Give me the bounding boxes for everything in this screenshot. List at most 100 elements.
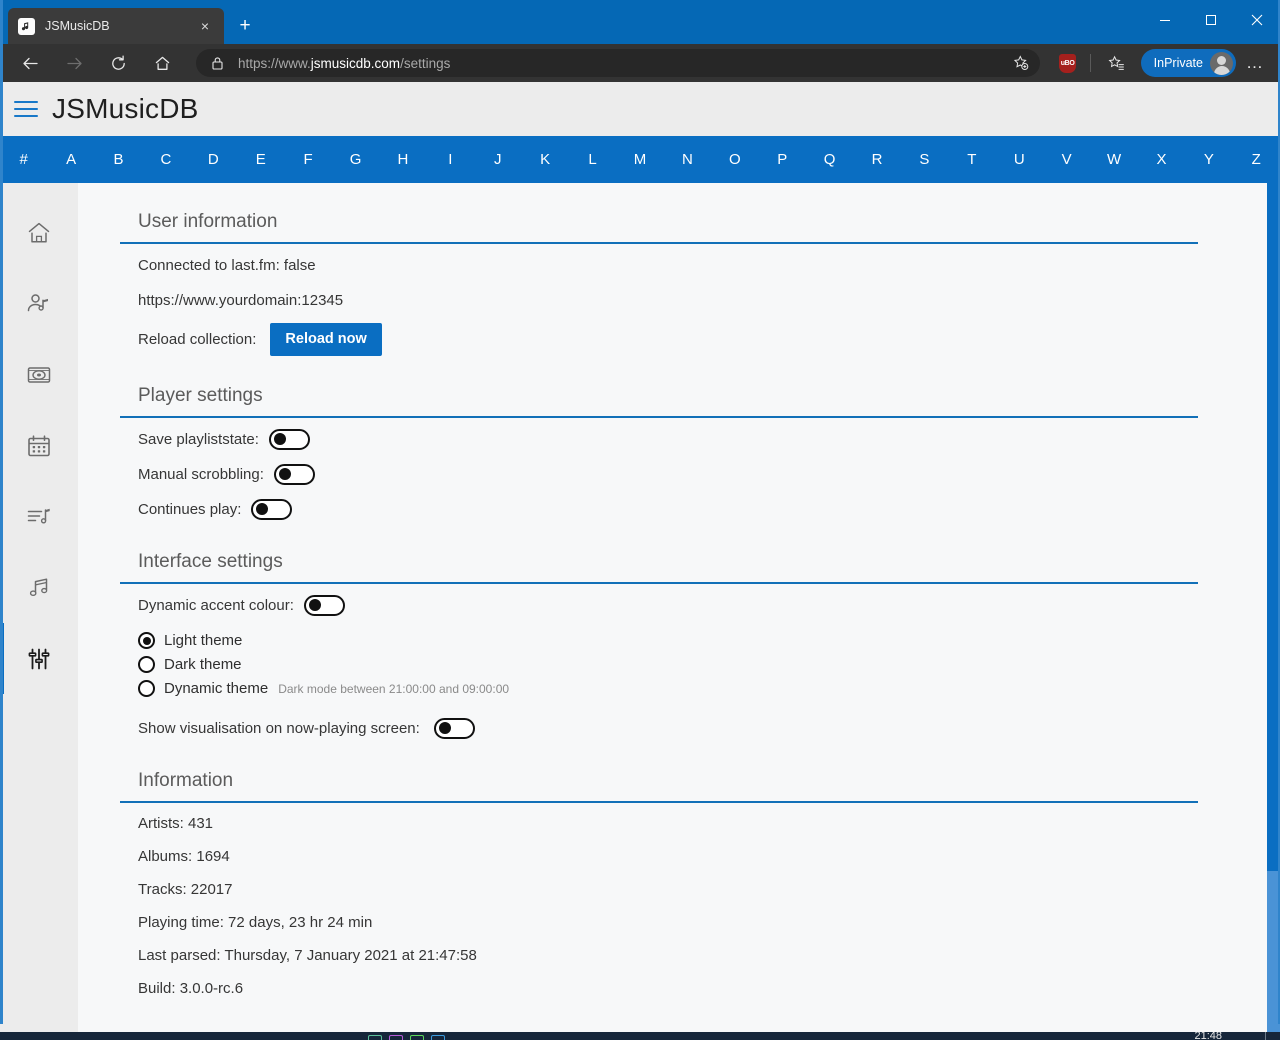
new-tab-button[interactable]: + (230, 10, 260, 40)
more-menu-icon[interactable]: … (1240, 48, 1270, 78)
playlist-icon (26, 504, 52, 530)
info-tracks: Tracks: 22017 (138, 880, 233, 898)
sidebar-item-settings[interactable] (0, 623, 78, 694)
alpha-item-e[interactable]: E (237, 152, 284, 167)
radio-dark-theme[interactable] (138, 656, 155, 673)
window-close-icon[interactable] (1234, 0, 1280, 40)
alpha-item-hash[interactable]: # (0, 152, 47, 167)
sidebar-item-albums[interactable] (0, 339, 78, 410)
alpha-item-t[interactable]: T (948, 152, 995, 167)
alpha-item-v[interactable]: V (1043, 152, 1090, 167)
alpha-item-g[interactable]: G (332, 152, 379, 167)
maximize-icon[interactable] (1188, 0, 1234, 40)
taskbar-app-3[interactable] (410, 1035, 424, 1040)
sidebar-item-playlists[interactable] (0, 481, 78, 552)
alpha-item-j[interactable]: J (474, 152, 521, 167)
tab-title: JSMusicDB (45, 19, 110, 33)
theme-option-dynamic[interactable]: Dynamic theme Dark mode between 21:00:00… (138, 677, 1198, 701)
toolbar-divider (1089, 54, 1091, 72)
home-icon (26, 220, 52, 246)
reload-now-button[interactable]: Reload now (270, 323, 382, 356)
continues-play-row: Continues play: (120, 492, 1198, 527)
alpha-item-a[interactable]: A (47, 152, 94, 167)
alpha-item-z[interactable]: Z (1233, 152, 1280, 167)
alpha-item-u[interactable]: U (996, 152, 1043, 167)
close-icon[interactable]: × (194, 15, 216, 37)
alpha-item-q[interactable]: Q (806, 152, 853, 167)
radio-dynamic-theme-label: Dynamic theme (164, 680, 269, 697)
manual-scrobbling-toggle[interactable] (273, 463, 315, 485)
alpha-item-h[interactable]: H (379, 152, 426, 167)
sidebar-item-home[interactable] (0, 197, 78, 268)
sidebar-item-years[interactable] (0, 410, 78, 481)
radio-light-theme-label: Light theme (164, 632, 243, 649)
alpha-item-r[interactable]: R (853, 152, 900, 167)
hamburger-menu-icon[interactable] (12, 95, 40, 123)
theme-option-dark[interactable]: Dark theme (138, 653, 1198, 677)
ublock-extension-icon[interactable]: uBO (1052, 48, 1084, 78)
radio-dynamic-theme[interactable] (138, 680, 155, 697)
browser-tab[interactable]: JSMusicDB × (8, 8, 224, 44)
section-divider (120, 415, 1198, 418)
home-icon[interactable] (146, 47, 178, 79)
reload-collection-label: Reload collection: (138, 330, 257, 348)
save-playliststate-label: Save playliststate: (138, 430, 259, 448)
taskbar-divider (1265, 1032, 1266, 1040)
alpha-item-y[interactable]: Y (1185, 152, 1232, 167)
visualisation-toggle[interactable] (433, 717, 475, 739)
alpha-item-l[interactable]: L (569, 152, 616, 167)
taskbar-clock[interactable]: 21:48 (1194, 1032, 1222, 1040)
alpha-item-c[interactable]: C (142, 152, 189, 167)
taskbar-app-4[interactable] (431, 1035, 445, 1040)
minimize-icon[interactable] (1142, 0, 1188, 40)
sidebar-item-artists[interactable] (0, 268, 78, 339)
alpha-item-m[interactable]: M (616, 152, 663, 167)
settings-content: User information Connected to last.fm: f… (78, 183, 1280, 1032)
dynamic-accent-label: Dynamic accent colour: (138, 596, 294, 614)
alpha-item-d[interactable]: D (190, 152, 237, 167)
section-heading: Interface settings (138, 550, 283, 572)
alpha-item-n[interactable]: N (664, 152, 711, 167)
lastfm-status-row: Connected to last.fm: false (120, 248, 1198, 283)
dynamic-accent-toggle[interactable] (303, 594, 345, 616)
address-bar[interactable]: https://www.jsmusicdb.com/settings (196, 49, 1040, 77)
alpha-item-b[interactable]: B (95, 152, 142, 167)
alpha-item-f[interactable]: F (284, 152, 331, 167)
url-text[interactable]: https://www.jsmusicdb.com/settings (238, 56, 1008, 71)
alpha-item-p[interactable]: P (759, 152, 806, 167)
alpha-item-i[interactable]: I (427, 152, 474, 167)
window-controls (1142, 0, 1280, 40)
alpha-item-k[interactable]: K (521, 152, 568, 167)
taskbar-app-1[interactable] (368, 1035, 382, 1040)
calendar-icon (26, 433, 52, 459)
app-body: User information Connected to last.fm: f… (0, 183, 1280, 1032)
info-playing-time: Playing time: 72 days, 23 hr 24 min (138, 913, 373, 931)
alpha-item-o[interactable]: O (711, 152, 758, 167)
dynamic-accent-row: Dynamic accent colour: (120, 588, 1198, 623)
windows-taskbar: 21:48 (0, 1032, 1280, 1040)
section-divider (120, 242, 1198, 244)
theme-option-light[interactable]: Light theme (138, 629, 1198, 653)
taskbar-app-2[interactable] (389, 1035, 403, 1040)
alpha-item-x[interactable]: X (1138, 152, 1185, 167)
continues-play-toggle[interactable] (251, 498, 293, 520)
sidebar-item-genres[interactable] (0, 552, 78, 623)
reload-collection-row: Reload collection: Reload now (120, 318, 1198, 361)
alpha-item-s[interactable]: S (901, 152, 948, 167)
section-user-information: User information Connected to last.fm: f… (120, 211, 1198, 361)
favorites-icon[interactable] (1101, 48, 1133, 78)
toolbar-right-section: uBO InPrivate … (1048, 48, 1270, 78)
info-build: Build: 3.0.0-rc.6 (138, 979, 244, 997)
radio-dark-theme-label: Dark theme (164, 656, 242, 673)
save-playliststate-toggle[interactable] (268, 428, 310, 450)
alpha-item-w[interactable]: W (1090, 152, 1137, 167)
inprivate-profile-button[interactable]: InPrivate (1140, 49, 1236, 77)
radio-light-theme[interactable] (138, 632, 155, 649)
forward-arrow-icon[interactable] (58, 47, 90, 79)
add-favorite-icon[interactable] (1008, 55, 1034, 71)
window-border-left (0, 0, 3, 1024)
refresh-icon[interactable] (102, 47, 134, 79)
back-arrow-icon[interactable] (14, 47, 46, 79)
section-heading: User information (138, 211, 278, 232)
visualisation-row: Show visualisation on now-playing screen… (120, 711, 1198, 746)
